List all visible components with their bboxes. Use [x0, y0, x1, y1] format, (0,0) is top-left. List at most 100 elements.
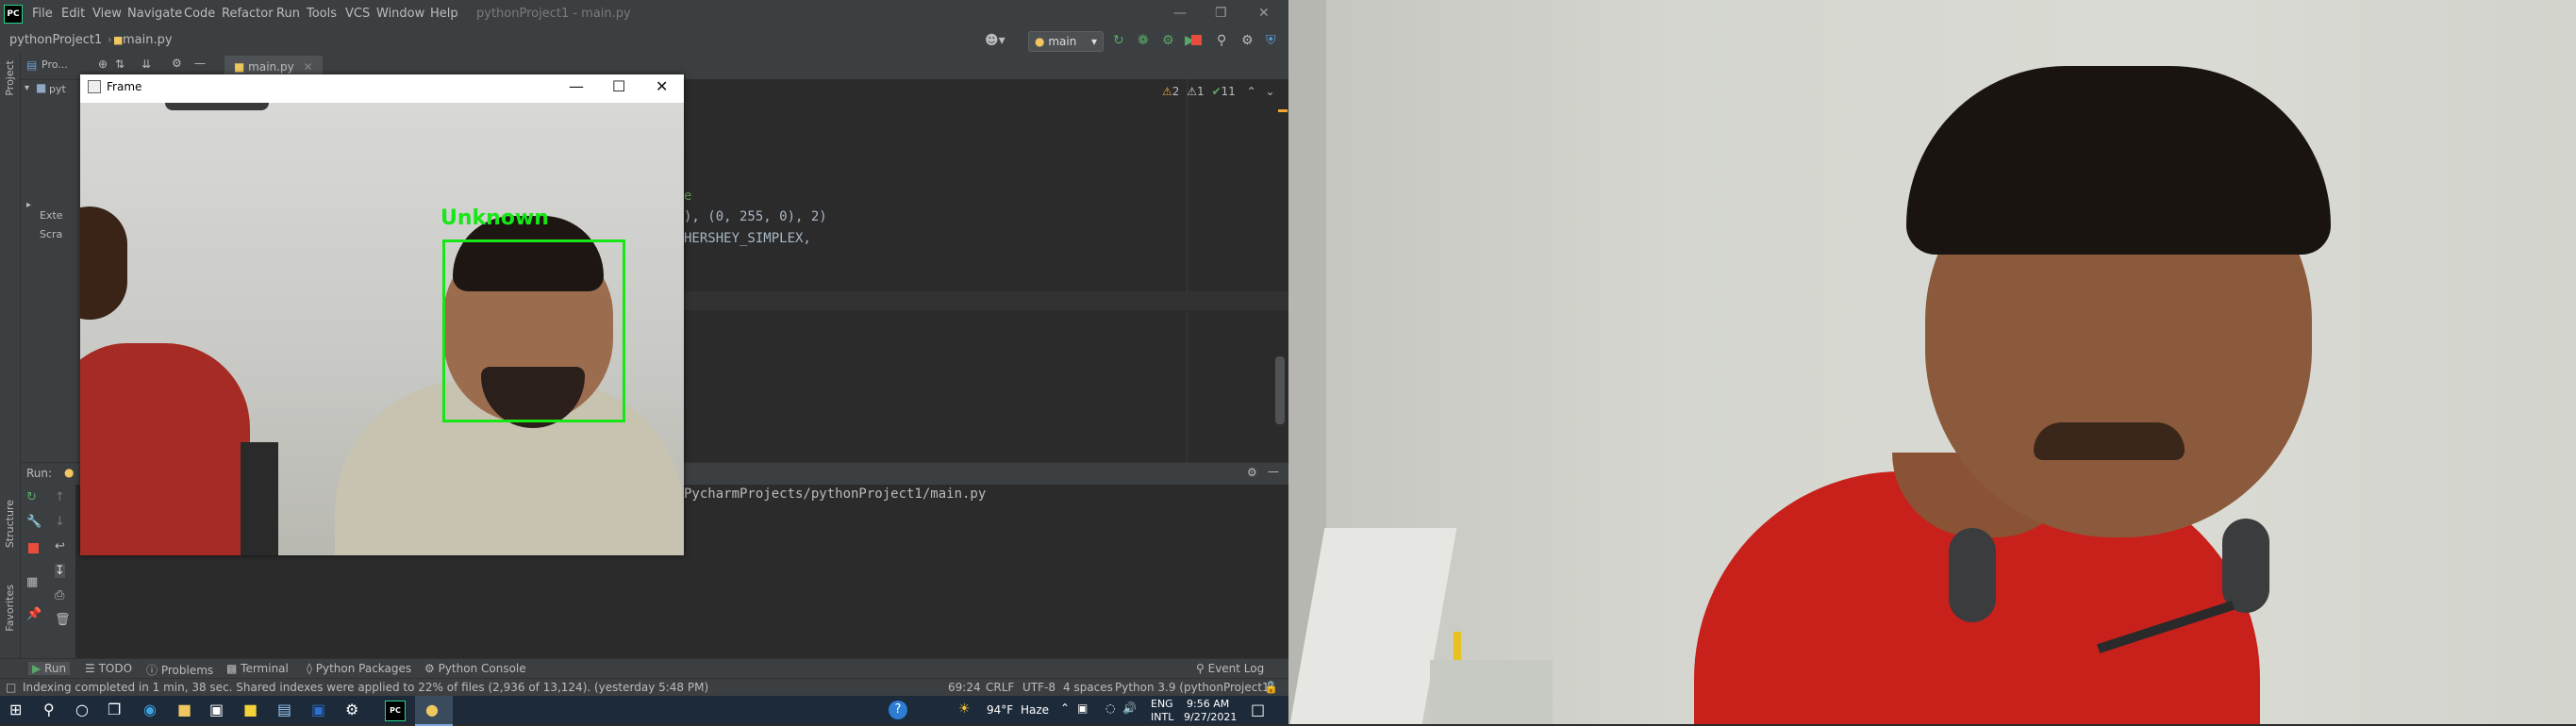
settings-icon[interactable]: ⚙: [1241, 33, 1254, 48]
maximize-icon[interactable]: ☐: [612, 77, 625, 95]
code-line[interactable]: ), (0, 255, 0), 2): [684, 209, 827, 224]
event-log-tool-button[interactable]: ⚲ Event Log: [1196, 662, 1264, 675]
search-icon[interactable]: ⚲: [1217, 33, 1226, 48]
file-explorer-icon[interactable]: ■: [177, 701, 191, 718]
rerun-icon[interactable]: ↻: [1113, 33, 1124, 48]
debug-icon[interactable]: ❁: [1138, 33, 1149, 48]
layout-icon[interactable]: ▦: [26, 575, 38, 589]
status-message[interactable]: Indexing completed in 1 min, 38 sec. Sha…: [23, 681, 708, 694]
soft-wrap-icon[interactable]: ↩: [55, 539, 65, 553]
app-icon[interactable]: ▤: [277, 701, 291, 718]
code-line[interactable]: HERSHEY_SIMPLEX,: [684, 231, 811, 246]
chevron-up-icon[interactable]: ⌃: [1247, 85, 1256, 98]
minimize-icon[interactable]: —: [569, 77, 584, 95]
menu-help[interactable]: Help: [430, 7, 458, 21]
menu-code[interactable]: Code: [184, 7, 215, 21]
tree-item-scratches[interactable]: Scra: [40, 228, 62, 240]
editor-scrollbar[interactable]: [1275, 356, 1285, 424]
chevron-down-icon[interactable]: ⌄: [1266, 85, 1275, 98]
clock-time[interactable]: 9:56 AM: [1187, 698, 1229, 710]
trash-icon[interactable]: 🗑: [55, 613, 71, 627]
tray-app-icon[interactable]: ▣: [1077, 701, 1088, 715]
minimize-icon[interactable]: —: [1173, 6, 1187, 21]
cortana-icon[interactable]: ○: [75, 701, 89, 718]
error-stripe-marker[interactable]: [1278, 109, 1288, 112]
vcs-person-icon[interactable]: ☻▾: [985, 33, 1005, 48]
pin-icon[interactable]: 📌: [26, 607, 42, 621]
menu-file[interactable]: File: [32, 7, 53, 21]
menu-tools[interactable]: Tools: [307, 7, 337, 21]
todo-tool-button[interactable]: ☰ TODO: [85, 662, 132, 675]
chevron-up-icon[interactable]: ⌃: [1060, 701, 1070, 715]
windows-start-icon[interactable]: ⊞: [9, 701, 22, 718]
run-configuration-select[interactable]: ● main ▾: [1028, 31, 1104, 52]
weather-temperature[interactable]: 94°F: [987, 703, 1013, 717]
python-interpreter[interactable]: Python 3.9 (pythonProject1): [1115, 681, 1273, 694]
notifications-icon[interactable]: □: [1251, 701, 1265, 718]
locate-icon[interactable]: ⊕: [98, 58, 108, 71]
coverage-icon[interactable]: ⚙: [1162, 33, 1174, 48]
breadcrumb-file[interactable]: main.py: [123, 33, 173, 47]
expand-all-icon[interactable]: ⇅: [115, 58, 125, 71]
hide-icon[interactable]: —: [194, 57, 206, 70]
tree-expand-icon[interactable]: ▸: [26, 200, 31, 210]
weather-condition[interactable]: Haze: [1021, 703, 1049, 717]
wrench-icon[interactable]: 🔧: [26, 515, 42, 529]
menu-run[interactable]: Run: [276, 7, 300, 21]
breadcrumb-project[interactable]: pythonProject1: [9, 33, 102, 47]
sticky-notes-icon[interactable]: ■: [243, 701, 258, 718]
terminal-tool-button[interactable]: ▩ Terminal: [226, 662, 289, 675]
collapse-all-icon[interactable]: ⇊: [141, 58, 151, 71]
edge-icon[interactable]: ◉: [143, 701, 157, 718]
stop-icon[interactable]: [28, 543, 39, 553]
restore-icon[interactable]: ❐: [1215, 6, 1227, 21]
up-arrow-icon[interactable]: ↑: [55, 490, 65, 504]
menu-vcs[interactable]: VCS: [345, 7, 370, 21]
menu-window[interactable]: Window: [376, 7, 424, 21]
task-view-icon[interactable]: ❐: [108, 701, 121, 718]
python-console-tool-button[interactable]: ⚙ Python Console: [424, 662, 526, 675]
tree-expand-icon[interactable]: ▾: [25, 83, 29, 93]
keyboard-layout[interactable]: INTL: [1151, 711, 1173, 723]
run-tool-button[interactable]: ▶ Run: [28, 662, 71, 675]
project-tool-tab[interactable]: Project: [4, 60, 16, 96]
wifi-icon[interactable]: ◌: [1105, 701, 1115, 715]
close-icon[interactable]: ✕: [656, 77, 668, 95]
code-line[interactable]: e: [684, 189, 691, 204]
indent-setting[interactable]: 4 spaces: [1063, 681, 1113, 694]
hide-icon[interactable]: —: [1268, 465, 1279, 478]
python-frame-taskbar-button[interactable]: ●: [415, 696, 453, 726]
structure-tool-tab[interactable]: Structure: [4, 500, 16, 548]
lock-icon[interactable]: 🔓: [1264, 681, 1278, 694]
rerun-icon[interactable]: ↻: [26, 490, 37, 504]
tree-item-external-libraries[interactable]: Exte: [40, 209, 63, 222]
menu-refactor[interactable]: Refactor: [222, 7, 274, 21]
tab-close-icon[interactable]: ✕: [304, 60, 313, 74]
gear-icon[interactable]: ⚙: [1247, 466, 1257, 479]
menu-edit[interactable]: Edit: [61, 7, 85, 21]
word-icon[interactable]: ▣: [311, 701, 325, 718]
plugin-shield-icon[interactable]: ⛨: [1266, 33, 1276, 48]
settings-icon[interactable]: ⚙: [345, 701, 358, 718]
stop-icon[interactable]: [1191, 35, 1202, 45]
line-separator[interactable]: CRLF: [986, 681, 1014, 694]
down-arrow-icon[interactable]: ↓: [55, 515, 65, 529]
inspection-widget[interactable]: ⚠2 ⚠1 ✔11 ⌃ ⌄: [1162, 85, 1275, 98]
tree-item-project[interactable]: pyt: [49, 83, 66, 95]
gear-icon[interactable]: ⚙: [172, 57, 182, 70]
close-icon[interactable]: ✕: [1258, 6, 1270, 21]
help-icon[interactable]: ?: [889, 701, 907, 719]
speaker-icon[interactable]: 🔊: [1122, 701, 1137, 715]
python-packages-tool-button[interactable]: ◊ Python Packages: [307, 662, 411, 675]
menu-navigate[interactable]: Navigate: [127, 7, 182, 21]
favorites-tool-tab[interactable]: Favorites: [4, 585, 16, 632]
project-panel-label[interactable]: Pro...: [42, 58, 68, 71]
store-icon[interactable]: ▣: [209, 701, 224, 718]
cursor-position[interactable]: 69:24: [948, 681, 981, 694]
scroll-to-end-icon[interactable]: ↧: [55, 564, 65, 578]
menu-view[interactable]: View: [92, 7, 122, 21]
language-indicator[interactable]: ENG: [1151, 698, 1173, 710]
print-icon[interactable]: ⎙: [55, 588, 64, 602]
search-icon[interactable]: ⚲: [43, 701, 55, 718]
file-encoding[interactable]: UTF-8: [1022, 681, 1055, 694]
